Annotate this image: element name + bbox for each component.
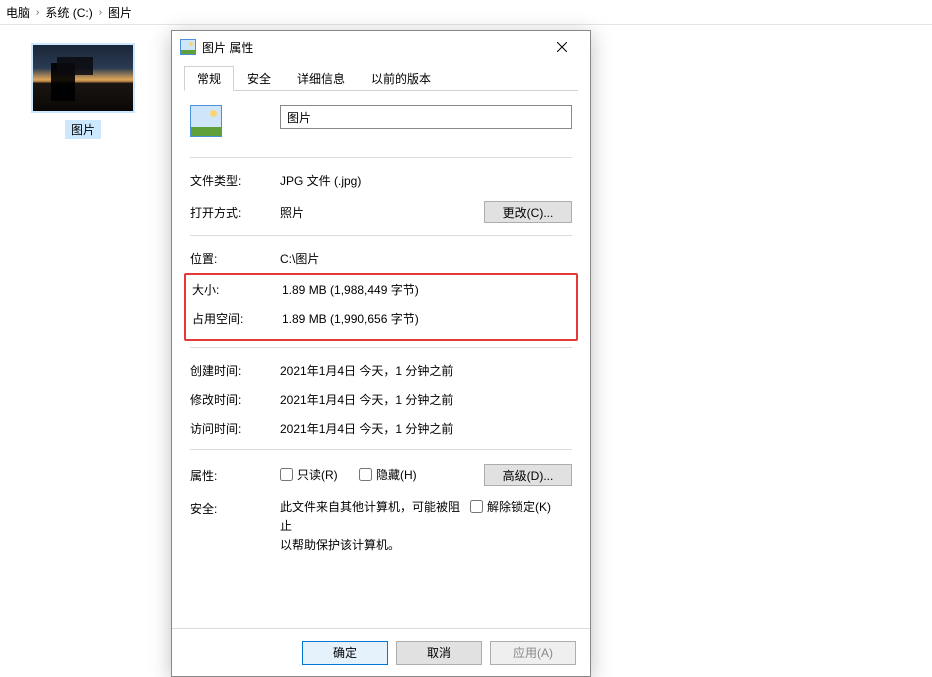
filetype-label: 文件类型: [190,172,280,189]
file-name-label: 图片 [65,120,101,139]
dialog-content: 文件类型: JPG 文件 (.jpg) 打开方式: 照片 更改(C)... 位置… [172,91,590,628]
close-button[interactable] [542,33,582,61]
properties-dialog: 图片 属性 常规 安全 详细信息 以前的版本 文件类型: JPG 文件 (.jp… [171,30,591,677]
security-text-line2: 以帮助保护该计算机。 [280,536,470,555]
hidden-text: 隐藏(H) [376,466,417,483]
modified-label: 修改时间: [190,391,280,408]
tab-details[interactable]: 详细信息 [284,66,358,91]
readonly-checkbox[interactable] [280,468,293,481]
tab-previous-versions[interactable]: 以前的版本 [358,66,444,91]
divider [190,449,572,450]
tab-general[interactable]: 常规 [184,66,234,91]
file-thumbnail[interactable] [31,43,135,113]
location-label: 位置: [190,250,280,267]
modified-value: 2021年1月4日 今天，1 分钟之前 [280,391,572,408]
accessed-value: 2021年1月4日 今天，1 分钟之前 [280,420,572,437]
filetype-value: JPG 文件 (.jpg) [280,172,572,189]
openwith-label: 打开方式: [190,204,280,221]
sizeondisk-value: 1.89 MB (1,990,656 字节) [282,310,570,327]
cancel-button[interactable]: 取消 [396,641,482,665]
security-row: 安全: 此文件来自其他计算机，可能被阻止 以帮助保护该计算机。 解除锁定(K) [190,498,572,556]
image-file-icon [190,105,222,137]
breadcrumb-seg-folder[interactable]: 图片 [108,4,132,21]
divider [190,157,572,158]
image-file-icon [180,39,196,55]
size-value: 1.89 MB (1,988,449 字节) [282,281,570,298]
advanced-button[interactable]: 高级(D)... [484,464,572,486]
unblock-text: 解除锁定(K) [487,498,551,515]
security-label: 安全: [190,498,280,517]
unblock-checkbox-label[interactable]: 解除锁定(K) [470,498,551,515]
divider [190,235,572,236]
highlight-annotation: 大小: 1.89 MB (1,988,449 字节) 占用空间: 1.89 MB… [184,273,578,341]
chevron-right-icon: › [99,7,102,18]
accessed-label: 访问时间: [190,420,280,437]
tab-bar: 常规 安全 详细信息 以前的版本 [184,67,578,91]
breadcrumb[interactable]: 电脑 › 系统 (C:) › 图片 [0,0,932,24]
dialog-footer: 确定 取消 应用(A) [172,628,590,676]
sizeondisk-label: 占用空间: [192,310,282,327]
close-icon [557,42,567,52]
attributes-label: 属性: [190,467,280,484]
security-text-line1: 此文件来自其他计算机，可能被阻止 [280,498,470,536]
titlebar[interactable]: 图片 属性 [172,31,590,63]
openwith-value: 照片 [280,204,484,221]
file-item[interactable]: 图片 [28,43,138,139]
hidden-checkbox[interactable] [359,468,372,481]
chevron-right-icon: › [36,7,39,18]
size-label: 大小: [192,281,282,298]
breadcrumb-seg-drive[interactable]: 系统 (C:) [45,4,92,21]
image-thumbnail-icon [33,45,133,111]
unblock-checkbox[interactable] [470,500,483,513]
dialog-title: 图片 属性 [202,39,542,56]
created-value: 2021年1月4日 今天，1 分钟之前 [280,362,572,379]
filename-input[interactable] [280,105,572,129]
breadcrumb-seg-computer[interactable]: 电脑 [6,4,30,21]
created-label: 创建时间: [190,362,280,379]
apply-button[interactable]: 应用(A) [490,641,576,665]
location-value: C:\图片 [280,250,572,267]
divider [190,347,572,348]
readonly-checkbox-label[interactable]: 只读(R) [280,466,338,483]
tab-security[interactable]: 安全 [234,66,284,91]
change-button[interactable]: 更改(C)... [484,201,572,223]
readonly-text: 只读(R) [297,466,338,483]
ok-button[interactable]: 确定 [302,641,388,665]
hidden-checkbox-label[interactable]: 隐藏(H) [359,466,417,483]
